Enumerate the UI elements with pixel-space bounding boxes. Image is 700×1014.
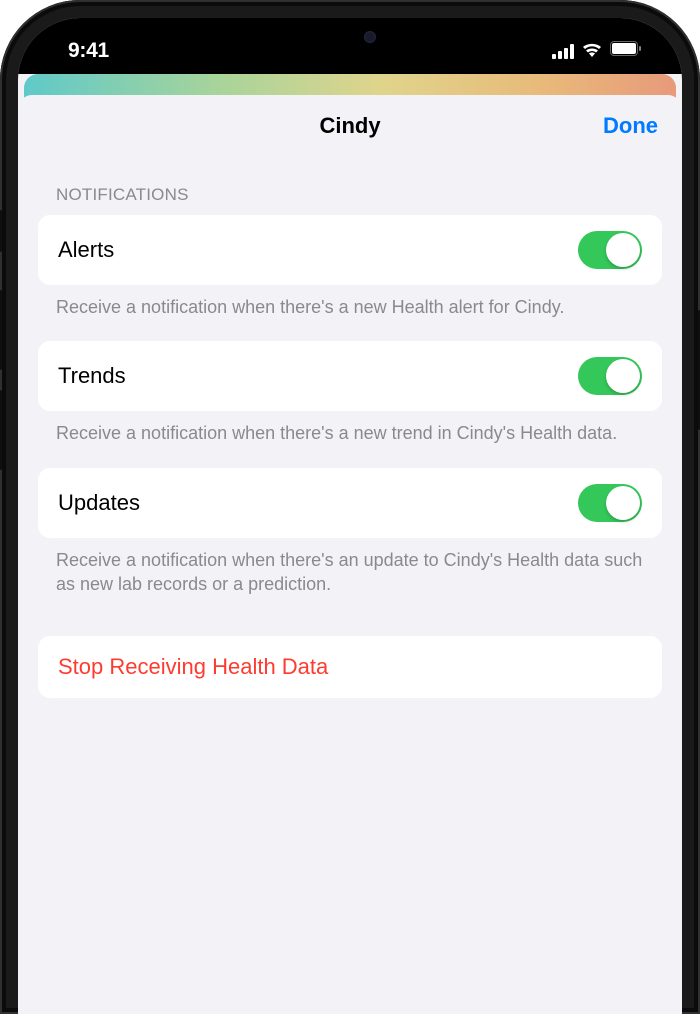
alerts-cell: Alerts — [38, 215, 662, 285]
cellular-signal-icon — [552, 44, 574, 59]
content-area: NOTIFICATIONS Alerts Receive a notificat… — [18, 157, 682, 698]
nav-bar: Cindy Done — [18, 95, 682, 157]
silent-switch — [0, 210, 2, 252]
updates-footer: Receive a notification when there's an u… — [38, 538, 662, 619]
wifi-icon — [581, 41, 603, 62]
stop-receiving-label: Stop Receiving Health Data — [58, 654, 642, 680]
stop-receiving-button[interactable]: Stop Receiving Health Data — [38, 636, 662, 698]
battery-icon — [610, 41, 642, 61]
updates-toggle[interactable] — [578, 484, 642, 522]
updates-label: Updates — [58, 490, 140, 516]
phone-screen: 9:41 — [18, 18, 682, 1014]
trends-cell: Trends — [38, 341, 662, 411]
alerts-toggle[interactable] — [578, 231, 642, 269]
toggle-knob — [606, 486, 640, 520]
volume-down-button — [0, 390, 2, 470]
trends-label: Trends — [58, 363, 126, 389]
settings-sheet: Cindy Done NOTIFICATIONS Alerts Receive … — [18, 95, 682, 1014]
notifications-section-header: NOTIFICATIONS — [38, 157, 662, 215]
toggle-knob — [606, 233, 640, 267]
trends-toggle[interactable] — [578, 357, 642, 395]
toggle-knob — [606, 359, 640, 393]
trends-footer: Receive a notification when there's a ne… — [38, 411, 662, 467]
alerts-label: Alerts — [58, 237, 114, 263]
done-button[interactable]: Done — [603, 113, 658, 139]
updates-cell: Updates — [38, 468, 662, 538]
front-camera-icon — [364, 31, 376, 43]
phone-frame: 9:41 — [0, 0, 700, 1014]
status-icons — [552, 41, 642, 62]
page-title: Cindy — [319, 113, 380, 139]
notch — [245, 18, 455, 56]
alerts-footer: Receive a notification when there's a ne… — [38, 285, 662, 341]
status-time: 9:41 — [68, 39, 109, 63]
volume-up-button — [0, 290, 2, 370]
